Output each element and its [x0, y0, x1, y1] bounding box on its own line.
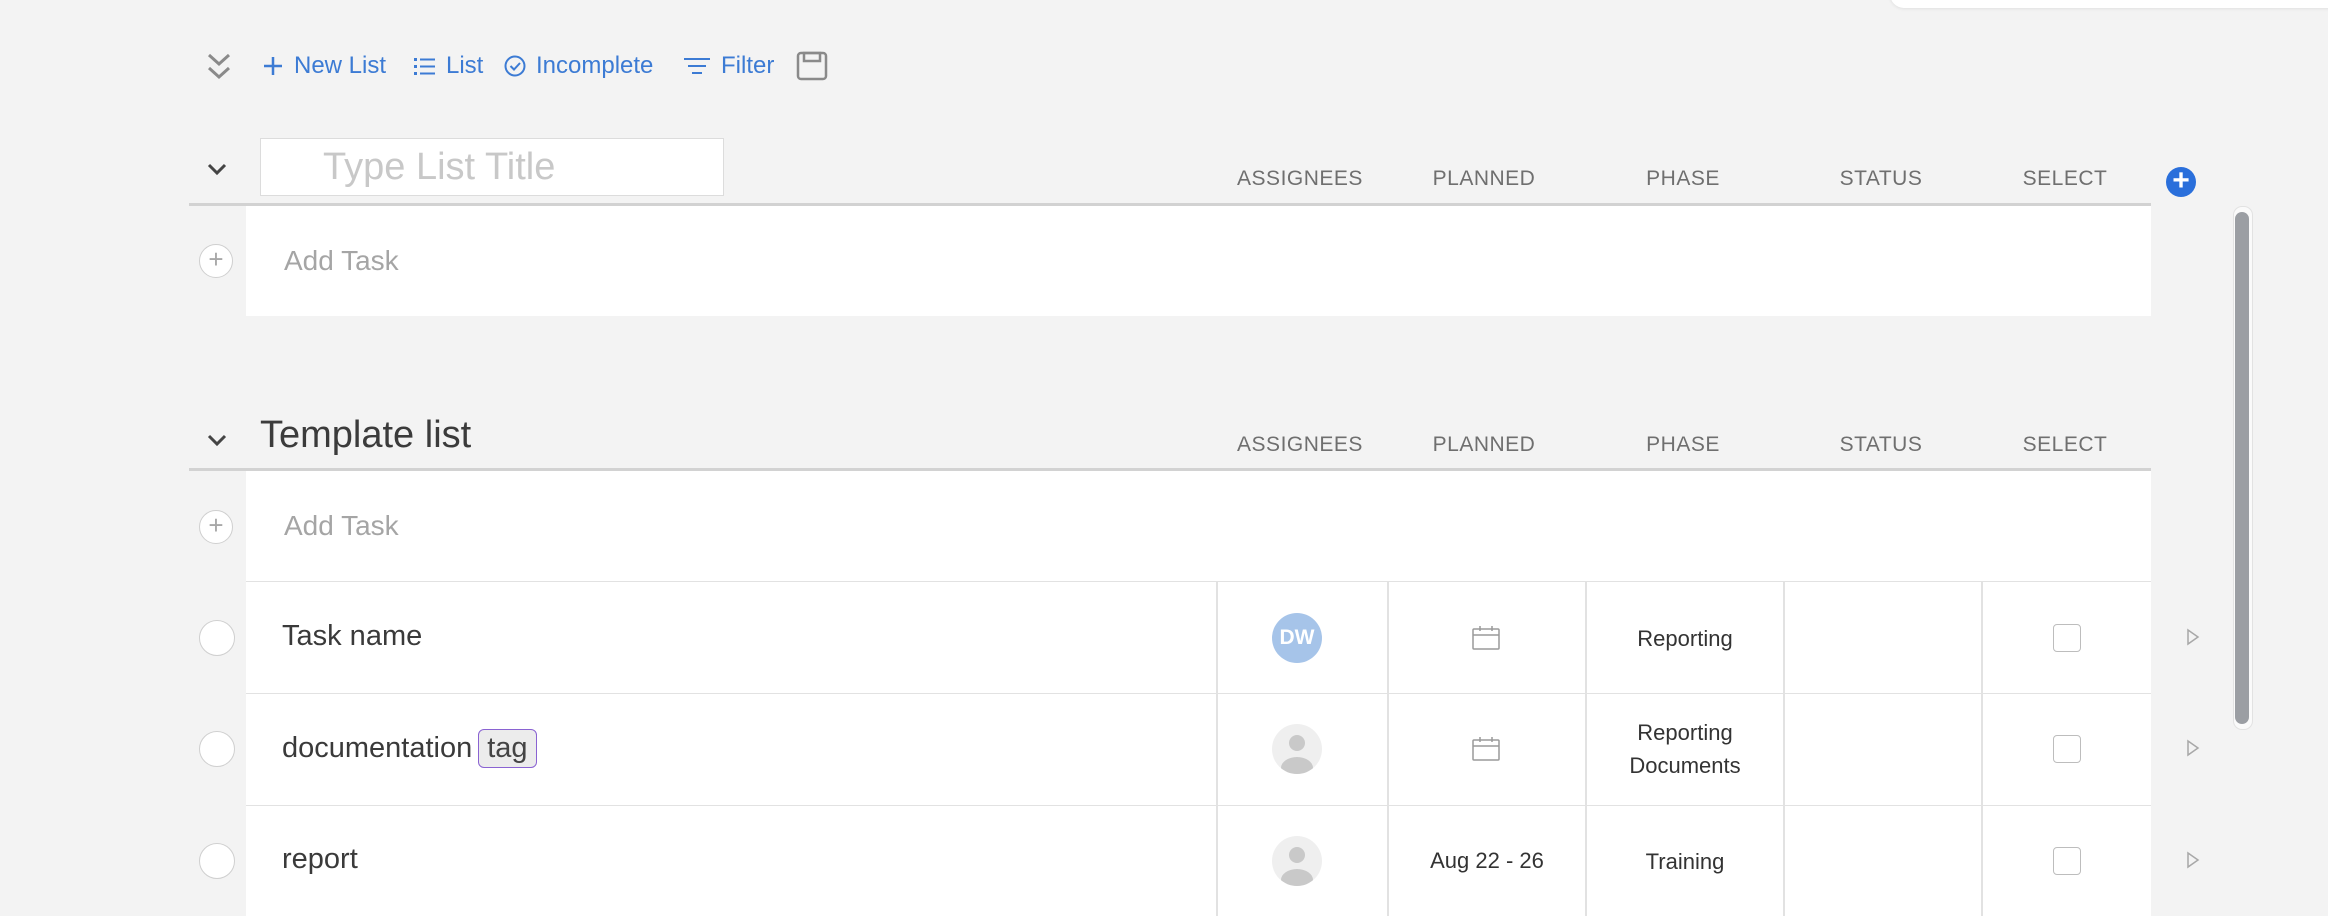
phase-cell[interactable]: Reporting Documents	[1586, 716, 1784, 782]
phase-cell[interactable]: Reporting	[1586, 622, 1784, 655]
phase-cell[interactable]: Training	[1586, 845, 1784, 878]
plus-icon	[264, 57, 282, 75]
calendar-icon[interactable]	[1471, 736, 1501, 762]
column-header-status: STATUS	[1839, 167, 1923, 190]
list-icon	[414, 58, 435, 75]
task-name[interactable]: documentation tag	[282, 729, 537, 768]
add-task-panel	[246, 206, 2151, 316]
list-view-label: List	[446, 52, 484, 79]
task-tag[interactable]: tag	[478, 729, 537, 768]
task-complete-toggle[interactable]	[199, 843, 235, 879]
select-checkbox[interactable]	[2053, 735, 2081, 763]
play-arrow-icon[interactable]	[2186, 628, 2200, 646]
column-header-assignees: ASSIGNEES	[1237, 433, 1363, 456]
play-arrow-icon[interactable]	[2186, 739, 2200, 757]
column-header-assignees: ASSIGNEES	[1237, 167, 1363, 190]
filter-button[interactable]: Filter	[683, 46, 774, 86]
add-task-plus-icon[interactable]: +	[199, 244, 233, 278]
task-name[interactable]: Task name	[282, 620, 422, 653]
double-chevron-down-icon	[207, 53, 231, 80]
incomplete-label: Incomplete	[536, 52, 654, 79]
scrollbar-thumb[interactable]	[2235, 212, 2249, 724]
new-list-button[interactable]: New List	[262, 46, 386, 86]
column-header-status: STATUS	[1839, 433, 1923, 456]
avatar[interactable]	[1272, 836, 1322, 886]
add-column-button[interactable]: +	[2166, 166, 2196, 197]
save-icon	[796, 51, 828, 81]
column-divider	[1216, 582, 1218, 916]
row-divider	[246, 581, 2151, 582]
row-divider	[246, 693, 2151, 694]
task-complete-toggle[interactable]	[199, 731, 235, 767]
list-view-button[interactable]: List	[414, 46, 483, 86]
calendar-icon[interactable]	[1471, 625, 1501, 651]
avatar[interactable]: DW	[1272, 613, 1322, 663]
column-header-planned: PLANNED	[1432, 167, 1536, 190]
select-checkbox[interactable]	[2053, 624, 2081, 652]
column-header-phase: PHASE	[1646, 433, 1720, 456]
template-list-title[interactable]: Template list	[260, 414, 471, 457]
filter-label: Filter	[721, 52, 775, 79]
new-list-label: New List	[294, 52, 387, 79]
incomplete-filter-button[interactable]: Incomplete	[504, 46, 653, 86]
top-panel-edge	[1890, 0, 2328, 8]
user-placeholder-icon	[1281, 735, 1313, 774]
planned-date-cell[interactable]: Aug 22 - 26	[1388, 844, 1586, 877]
user-placeholder-icon	[1281, 847, 1313, 886]
save-view-button[interactable]	[796, 46, 828, 86]
avatar[interactable]	[1272, 724, 1322, 774]
column-header-planned: PLANNED	[1432, 433, 1536, 456]
collapse-list-chevron-icon[interactable]	[202, 154, 232, 184]
column-header-select: SELECT	[2022, 167, 2108, 190]
column-divider	[1981, 582, 1983, 916]
collapse-all-button[interactable]	[204, 48, 234, 88]
add-task-input[interactable]: Add Task	[284, 245, 399, 277]
check-circle-icon	[504, 55, 526, 77]
task-complete-toggle[interactable]	[199, 620, 235, 656]
collapse-template-list-chevron-icon[interactable]	[202, 425, 232, 455]
play-arrow-icon[interactable]	[2186, 851, 2200, 869]
column-header-phase: PHASE	[1646, 167, 1720, 190]
row-divider	[246, 805, 2151, 806]
list-title-input[interactable]	[260, 138, 724, 196]
add-task-input[interactable]: Add Task	[284, 510, 399, 542]
filter-icon	[684, 58, 710, 74]
column-header-select: SELECT	[2022, 433, 2108, 456]
task-name[interactable]: report	[282, 843, 358, 876]
add-task-plus-icon[interactable]: +	[199, 510, 233, 544]
select-checkbox[interactable]	[2053, 847, 2081, 875]
